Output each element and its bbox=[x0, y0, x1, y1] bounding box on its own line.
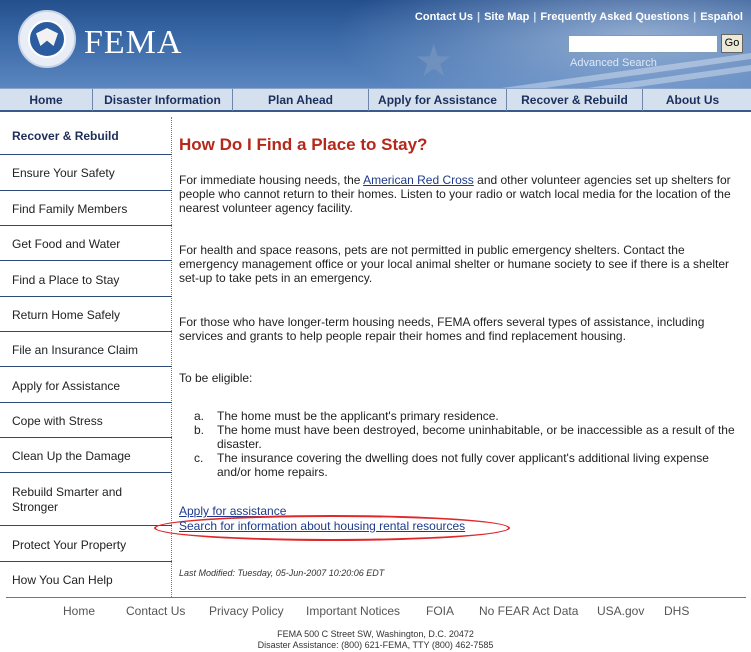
sidebar-item-find-family[interactable]: Find Family Members bbox=[0, 191, 172, 226]
housing-rental-resources-link[interactable]: Search for information about housing ren… bbox=[179, 519, 465, 533]
nav-recover-rebuild[interactable]: Recover & Rebuild bbox=[506, 89, 642, 111]
footer-foia-link[interactable]: FOIA bbox=[426, 604, 454, 618]
sidebar-title[interactable]: Recover & Rebuild bbox=[0, 117, 172, 155]
sidebar-item-food-water[interactable]: Get Food and Water bbox=[0, 226, 172, 261]
list-marker: b. bbox=[194, 423, 205, 437]
paragraph-pets: For health and space reasons, pets are n… bbox=[179, 243, 730, 285]
footer-no-fear-link[interactable]: No FEAR Act Data bbox=[479, 604, 578, 618]
footer-contact-link[interactable]: Contact Us bbox=[126, 604, 185, 618]
footer-usagov-link[interactable]: USA.gov bbox=[597, 604, 644, 618]
paragraph-shelters: For immediate housing needs, the America… bbox=[179, 173, 741, 215]
site-header: ★ FEMA Contact Us | Site Map | Frequently As… bbox=[0, 0, 751, 88]
paragraph-text: For immediate housing needs, the bbox=[179, 173, 364, 187]
sidebar-item-clean-up[interactable]: Clean Up the Damage bbox=[0, 438, 172, 473]
search-input[interactable] bbox=[568, 35, 718, 53]
list-marker: c. bbox=[194, 451, 204, 465]
site-map-link[interactable]: Site Map bbox=[480, 11, 533, 23]
sidebar-item-apply-assistance[interactable]: Apply for Assistance bbox=[0, 367, 172, 403]
contact-us-link[interactable]: Contact Us bbox=[411, 11, 477, 23]
footer-home-link[interactable]: Home bbox=[63, 604, 95, 618]
sidebar-item-how-help[interactable]: How You Can Help bbox=[0, 562, 172, 597]
dhs-seal-logo[interactable] bbox=[18, 10, 76, 68]
nav-apply-for-assistance[interactable]: Apply for Assistance bbox=[368, 89, 506, 111]
fema-logo-text[interactable]: FEMA bbox=[84, 24, 182, 62]
sidebar-item-protect-property[interactable]: Protect Your Property bbox=[0, 526, 172, 562]
paragraph-long-term: For those who have longer-term housing n… bbox=[179, 315, 705, 343]
nav-plan-ahead[interactable]: Plan Ahead bbox=[232, 89, 368, 111]
eligibility-heading: To be eligible: bbox=[179, 371, 253, 385]
star-icon: ★ bbox=[414, 37, 454, 86]
nav-disaster-information[interactable]: Disaster Information bbox=[92, 89, 232, 111]
footer-privacy-link[interactable]: Privacy Policy bbox=[209, 604, 284, 618]
sidebar-item-return-home[interactable]: Return Home Safely bbox=[0, 297, 172, 332]
list-item-text: The home must be the applicant's primary… bbox=[217, 409, 499, 423]
sidebar-item-place-to-stay[interactable]: Find a Place to Stay bbox=[0, 261, 172, 297]
list-marker: a. bbox=[194, 409, 205, 423]
nav-about-us[interactable]: About Us bbox=[642, 89, 742, 111]
sidebar-item-cope-stress[interactable]: Cope with Stress bbox=[0, 403, 172, 438]
list-item: c. The insurance covering the dwelling do… bbox=[194, 451, 739, 479]
page-title: How Do I Find a Place to Stay? bbox=[179, 135, 428, 154]
footer-notices-link[interactable]: Important Notices bbox=[306, 604, 400, 618]
sidebar-item-insurance-claim[interactable]: File an Insurance Claim bbox=[0, 332, 172, 367]
list-item-text: The insurance covering the dwelling does… bbox=[217, 451, 709, 479]
list-item: a. The home must be the applicant's prima… bbox=[194, 409, 739, 423]
main-nav: Home Disaster Information Plan Ahead App… bbox=[0, 88, 751, 112]
footer-divider bbox=[6, 597, 746, 598]
footer-address-line: FEMA 500 C Street SW, Washington, D.C. 2… bbox=[277, 629, 474, 639]
sidebar-item-ensure-safety[interactable]: Ensure Your Safety bbox=[0, 155, 172, 191]
list-item-text: The home must have been destroyed, becom… bbox=[217, 423, 735, 451]
eligibility-list: a. The home must be the applicant's prima… bbox=[194, 409, 739, 479]
sidebar: Recover & Rebuild Ensure Your Safety Fin… bbox=[0, 117, 172, 597]
red-cross-link[interactable]: American Red Cross bbox=[363, 173, 474, 187]
faq-link[interactable]: Frequently Asked Questions bbox=[536, 11, 693, 23]
nav-home[interactable]: Home bbox=[0, 89, 92, 111]
footer-dhs-link[interactable]: DHS bbox=[664, 604, 689, 618]
espanol-link[interactable]: Español bbox=[696, 11, 747, 23]
advanced-search-link[interactable]: Advanced Search bbox=[570, 57, 657, 69]
last-modified-text: Last Modified: Tuesday, 05-Jun-2007 10:2… bbox=[179, 568, 385, 578]
footer-assistance-line: Disaster Assistance: (800) 621-FEMA, TTY… bbox=[257, 640, 494, 650]
top-links: Contact Us | Site Map | Frequently Asked Que… bbox=[411, 11, 747, 23]
list-item: b. The home must have been destroyed, bec… bbox=[194, 423, 739, 451]
sidebar-item-rebuild-smarter[interactable]: Rebuild Smarter and Stronger bbox=[0, 473, 172, 526]
go-button[interactable]: Go bbox=[721, 34, 743, 53]
footer-address: FEMA 500 C Street SW, Washington, D.C. 2… bbox=[0, 629, 751, 651]
